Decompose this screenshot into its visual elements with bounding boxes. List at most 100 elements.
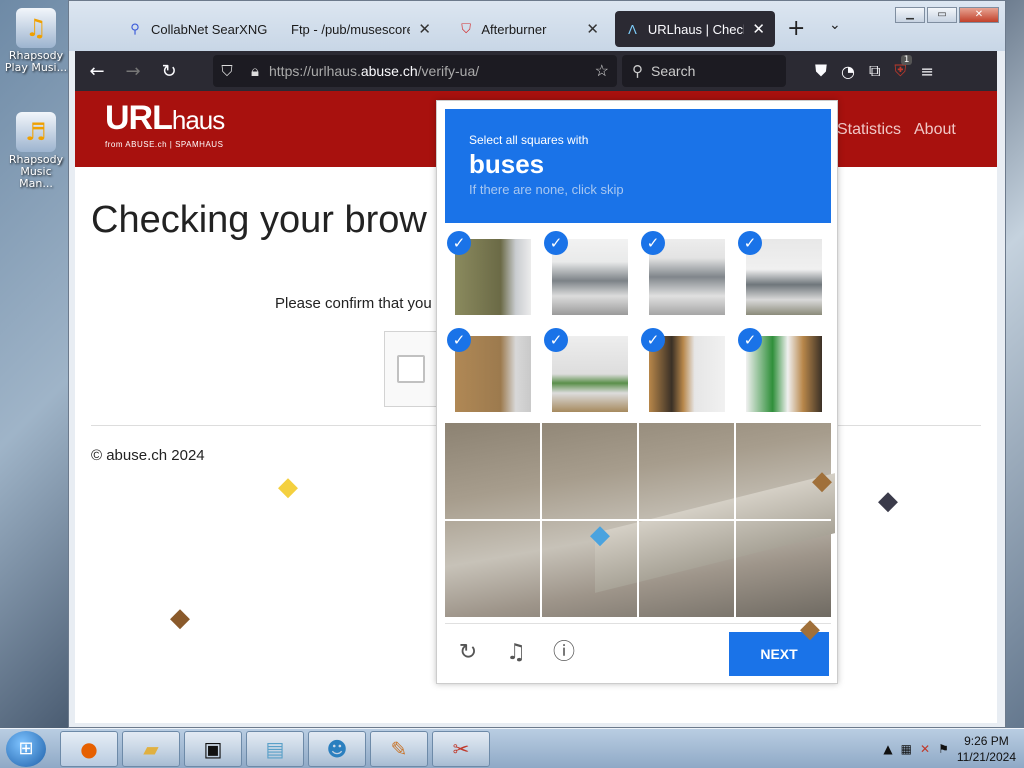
nav-toolbar: ← → ↻ ⛉ 🔒︎ https://urlhaus. abuse.ch/veri… bbox=[75, 51, 997, 91]
desktop-icon-label: Rhapsody Music Man... bbox=[8, 153, 64, 190]
reload-icon[interactable]: ↻ bbox=[151, 61, 187, 82]
taskbar-notepad[interactable]: ▤ bbox=[246, 731, 304, 767]
headphones-icon[interactable]: ♫ bbox=[503, 640, 529, 666]
taskbar-cmd[interactable]: ▣ bbox=[184, 731, 242, 767]
grid-line bbox=[734, 423, 736, 617]
url-path: /verify-ua/ bbox=[417, 63, 480, 79]
urlhaus-icon: Λ bbox=[628, 21, 637, 37]
start-button[interactable]: ⊞ bbox=[6, 731, 46, 767]
page-title: Checking your brow bbox=[91, 199, 427, 241]
clock-time: 9:26 PM bbox=[964, 734, 1009, 748]
tab-collabnet[interactable]: ⚲ CollabNet SearXNG bbox=[117, 11, 281, 47]
flag-icon[interactable]: ⚑ bbox=[938, 742, 949, 756]
ublock-icon[interactable]: ⛨ 1 bbox=[894, 55, 913, 81]
chevron-down-icon[interactable]: ⌄ bbox=[829, 17, 841, 33]
nav-about[interactable]: About bbox=[914, 121, 956, 139]
search-icon: ⚲ bbox=[632, 63, 643, 80]
desktop-icon-rhapsody-play[interactable]: ♫ Rhapsody Play Musi... bbox=[4, 8, 68, 74]
close-icon[interactable]: ✕ bbox=[752, 20, 765, 38]
tab-ftp[interactable]: Ftp - /pub/musescore/r ✕ bbox=[281, 11, 441, 47]
footer-copyright: © abuse.ch 2024 bbox=[91, 447, 205, 464]
menu-icon[interactable]: ≡ bbox=[920, 62, 933, 81]
pikachu-sprite: ◆ bbox=[278, 472, 298, 502]
confirm-text: Please confirm that you bbox=[275, 295, 432, 312]
logo-haus: haus bbox=[171, 105, 225, 135]
logo-main: URL bbox=[105, 99, 173, 137]
volume-muted-icon[interactable]: ✕ bbox=[920, 742, 930, 756]
maximize-button[interactable]: ▭ bbox=[927, 7, 957, 23]
eevee-sprite: ◆ bbox=[170, 603, 190, 633]
tab-label: Afterburner bbox=[481, 21, 547, 37]
guard-rail bbox=[595, 473, 835, 593]
close-icon[interactable]: ✕ bbox=[418, 20, 431, 38]
taskbar-snipping[interactable]: ✂ bbox=[432, 731, 490, 767]
notepad-icon: ▤ bbox=[265, 737, 285, 761]
back-icon[interactable]: ← bbox=[79, 61, 115, 82]
urlhaus-logo[interactable]: URLhaus from ABUSE.ch | SPAMHAUS bbox=[105, 99, 225, 149]
captcha-tile[interactable]: ✓ bbox=[542, 328, 638, 424]
desktop-icon-rhapsody-manager[interactable]: ♬ Rhapsody Music Man... bbox=[4, 112, 68, 190]
pocket-icon[interactable]: ⛊ bbox=[815, 61, 827, 81]
tab-afterburner[interactable]: ⛉ Afterburner ✕ bbox=[449, 11, 609, 47]
captcha-header: Select all squares with buses If there a… bbox=[445, 109, 831, 223]
clock-date: 11/21/2024 bbox=[956, 750, 1016, 764]
tab-urlhaus[interactable]: Λ URLhaus | Checking ✕ bbox=[615, 11, 775, 47]
desktop-icon-label: Rhapsody Play Musi... bbox=[4, 49, 68, 74]
nav-statistics[interactable]: Statistics bbox=[837, 121, 901, 139]
extensions-icon[interactable]: ⧉ bbox=[869, 61, 880, 81]
account-icon[interactable]: ◔ bbox=[841, 62, 855, 81]
eevee-sprite: ◆ bbox=[800, 614, 820, 644]
taskbar: ⊞ ● ▰ ▣ ▤ ☻ ✎ ✂ ▲ ▦ ✕ ⚑ 9:26 PM 11/21/20… bbox=[0, 728, 1024, 768]
taskbar-paint[interactable]: ✎ bbox=[370, 731, 428, 767]
search-input[interactable]: ⚲ Search bbox=[622, 55, 786, 87]
network-icon[interactable]: ▦ bbox=[901, 742, 912, 756]
taskbar-firefox[interactable]: ● bbox=[60, 731, 118, 767]
checkmark-icon: ✓ bbox=[447, 231, 471, 255]
checkmark-icon: ✓ bbox=[544, 328, 568, 352]
checkmark-icon: ✓ bbox=[544, 231, 568, 255]
captcha-tile[interactable]: ✓ bbox=[445, 328, 541, 424]
shield-icon: ⛉ bbox=[221, 62, 233, 80]
forward-icon[interactable]: → bbox=[115, 61, 151, 82]
captcha-checkbox[interactable] bbox=[397, 355, 425, 383]
taskbar-explorer[interactable]: ▰ bbox=[122, 731, 180, 767]
taskbar-users[interactable]: ☻ bbox=[308, 731, 366, 767]
captcha-road-image bbox=[445, 423, 835, 617]
chevron-up-icon[interactable]: ▲ bbox=[883, 742, 892, 756]
close-window-button[interactable]: ✕ bbox=[959, 7, 999, 23]
url-host: abuse.ch bbox=[360, 63, 418, 79]
captcha-tile[interactable]: ✓ bbox=[639, 231, 735, 327]
firefox-icon: ● bbox=[80, 737, 98, 761]
grid-line bbox=[637, 423, 639, 617]
grid-line bbox=[540, 423, 542, 617]
minimize-button[interactable]: ▁ bbox=[895, 7, 925, 23]
captcha-tile[interactable]: ✓ bbox=[639, 328, 735, 424]
toolbar-icons: ⛊ ◔ ⧉ ⛨ 1 ≡ bbox=[815, 51, 934, 91]
captcha-tile[interactable]: ✓ bbox=[736, 328, 832, 424]
tab-label: CollabNet SearXNG bbox=[151, 21, 268, 37]
bookmark-star-icon[interactable]: ☆ bbox=[595, 61, 609, 81]
new-tab-icon[interactable]: + bbox=[787, 16, 805, 41]
extension-badge: 1 bbox=[900, 55, 913, 65]
captcha-instruction: Select all squares with bbox=[469, 133, 589, 147]
scissors-icon: ✂ bbox=[452, 737, 470, 761]
clock[interactable]: 9:26 PM 11/21/2024 bbox=[957, 733, 1016, 765]
folder-icon: ▰ bbox=[143, 737, 159, 761]
checkmark-icon: ✓ bbox=[738, 328, 762, 352]
captcha-footer: ↻ ♫ ⓘ NEXT bbox=[445, 623, 831, 679]
info-icon[interactable]: ⓘ bbox=[551, 640, 577, 666]
checkmark-icon: ✓ bbox=[641, 231, 665, 255]
search-icon: ⚲ bbox=[130, 21, 140, 36]
paint-icon: ✎ bbox=[390, 737, 408, 761]
captcha-tile[interactable]: ✓ bbox=[542, 231, 638, 327]
url-bar[interactable]: ⛉ 🔒︎ https://urlhaus. abuse.ch/verify-ua/… bbox=[213, 55, 617, 87]
close-icon[interactable]: ✕ bbox=[586, 20, 599, 38]
logo-sub: from ABUSE.ch | SPAMHAUS bbox=[105, 140, 224, 149]
music-note-icon: ♫ bbox=[16, 8, 56, 48]
system-tray: ▲ ▦ ✕ ⚑ 9:26 PM 11/21/2024 bbox=[883, 729, 1016, 768]
reload-icon[interactable]: ↻ bbox=[455, 640, 481, 666]
tab-label: URLhaus | Checking bbox=[647, 21, 745, 37]
captcha-tile[interactable]: ✓ bbox=[445, 231, 541, 327]
window-controls: ▁ ▭ ✕ bbox=[895, 7, 999, 23]
captcha-tile[interactable]: ✓ bbox=[736, 231, 832, 327]
